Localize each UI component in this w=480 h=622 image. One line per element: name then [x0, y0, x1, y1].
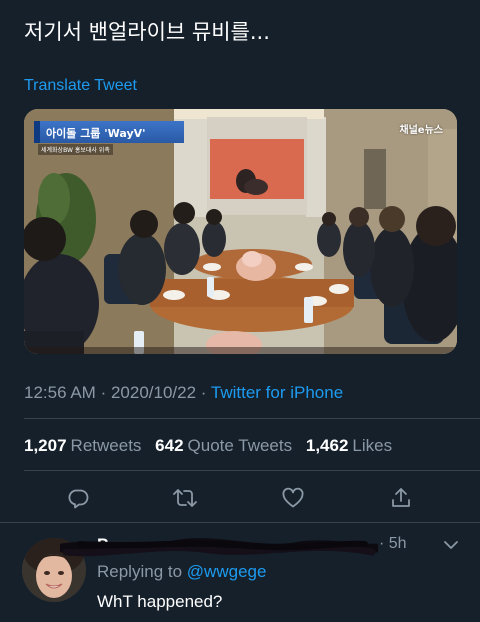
meta-separator: · [100, 383, 107, 402]
reply-button[interactable] [63, 483, 93, 513]
retweets-count: 1,207 [24, 436, 67, 455]
tweet-media-video[interactable]: 아이돌 그룹 'WayV' 세계화상BW 홍보대사 위촉 채널e뉴스 [24, 109, 457, 354]
tweet-stats: 1,207 Retweets 642 Quote Tweets 1,462 Likes [24, 436, 401, 456]
replying-to-handle[interactable]: @wwgege [187, 562, 267, 581]
like-icon [282, 487, 304, 508]
reply-timestamp: · 5h [379, 535, 407, 552]
tweet-action-bar [0, 483, 480, 513]
quote-tweets-count: 642 [155, 436, 184, 455]
share-icon [392, 488, 410, 507]
tweet-date: 2020/10/22 [110, 383, 197, 402]
replying-to-prefix: Replying to [97, 562, 183, 581]
likes-stat[interactable]: 1,462 Likes [306, 436, 392, 455]
tweet-text: 저기서 밴얼라이브 뮤비를... [24, 20, 270, 44]
tweet-source-link[interactable]: Twitter for iPhone [211, 383, 343, 402]
video-caption-banner: 아이돌 그룹 'WayV' [34, 121, 184, 143]
quote-tweets-stat[interactable]: 642 Quote Tweets [155, 436, 292, 455]
translate-tweet-link[interactable]: Translate Tweet [24, 77, 137, 95]
divider [24, 470, 480, 471]
chevron-down-icon[interactable] [442, 536, 460, 554]
reply-tweet[interactable]: P · 5h Replying to @wwgege WhT happened? [0, 524, 480, 622]
redaction-scribble [60, 538, 378, 557]
reply-text: WhT happened? [97, 592, 223, 611]
tweet-meta: 12:56 AM · 2020/10/22 · Twitter for iPho… [24, 383, 343, 403]
retweets-label: Retweets [70, 436, 142, 455]
channel-logo: 채널e뉴스 [399, 125, 443, 136]
quote-tweets-label: Quote Tweets [187, 436, 293, 455]
retweet-button[interactable] [170, 483, 200, 513]
tweet-time: 12:56 AM [24, 383, 96, 402]
video-caption-subtitle: 세계화상BW 홍보대사 위촉 [38, 144, 113, 155]
like-button[interactable] [278, 483, 308, 513]
replying-to: Replying to @wwgege [97, 562, 266, 582]
divider [24, 418, 480, 419]
likes-count: 1,462 [305, 436, 349, 455]
divider [0, 522, 480, 523]
meta-separator: · [200, 383, 207, 402]
retweet-icon [173, 489, 197, 507]
retweets-stat[interactable]: 1,207 Retweets [24, 436, 141, 455]
share-button[interactable] [386, 483, 416, 513]
reply-icon [68, 489, 89, 509]
likes-label: Likes [352, 436, 393, 455]
tweet-detail-page: 저기서 밴얼라이브 뮤비를... Translate Tweet 아이돌 그룹 … [0, 0, 480, 622]
